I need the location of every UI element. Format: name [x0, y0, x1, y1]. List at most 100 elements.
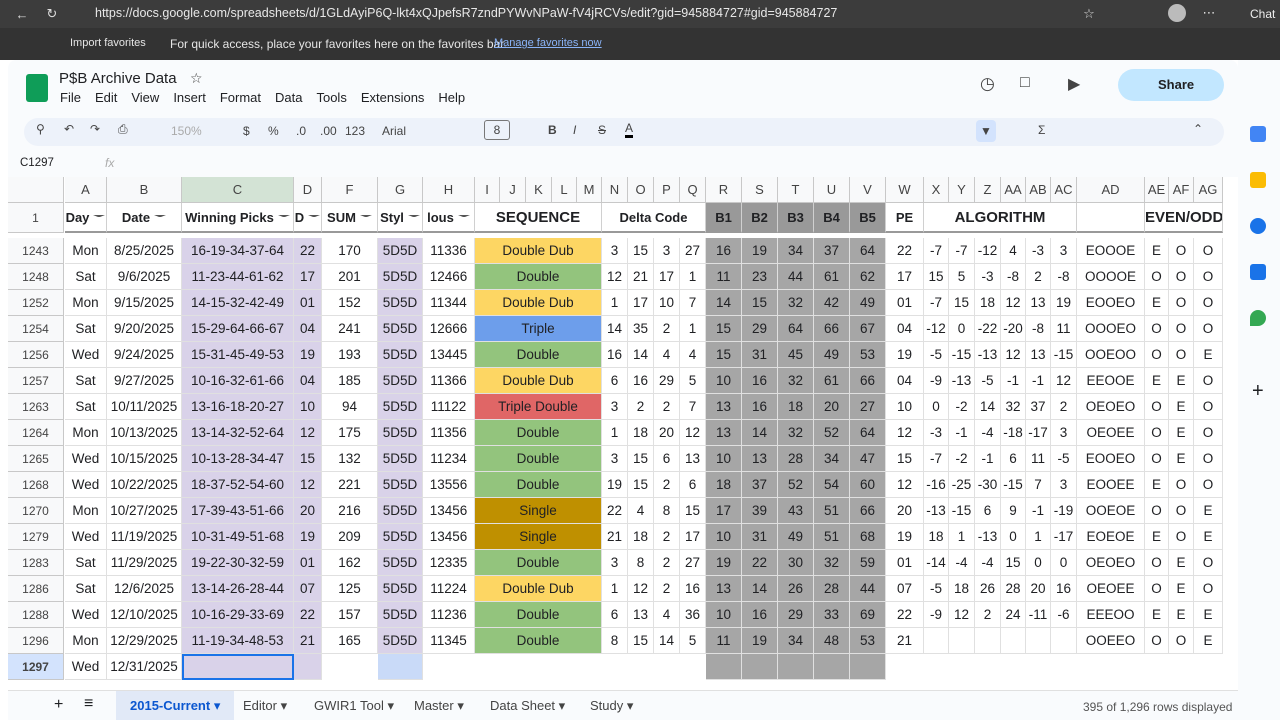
header-winning-picks[interactable]: Winning Picks [182, 203, 294, 233]
comment-icon[interactable]: □ [1020, 74, 1030, 92]
cell-ball[interactable]: 28 [778, 446, 814, 472]
cell-algorithm[interactable]: -5 [1051, 446, 1077, 472]
cell-h[interactable]: 13556 [423, 472, 475, 498]
cell-ball[interactable]: 29 [778, 602, 814, 628]
cell-sequence[interactable]: Double [475, 342, 602, 368]
tab-master[interactable]: Master ▾ [414, 691, 464, 720]
strikethrough-button[interactable]: S [598, 123, 606, 137]
cell-algorithm[interactable]: 13 [1026, 342, 1051, 368]
add-addon-icon[interactable]: + [1252, 380, 1264, 403]
cell-ball[interactable]: 22 [742, 550, 778, 576]
cell-even-odd-pattern[interactable]: OOEOO [1077, 342, 1145, 368]
cell-day[interactable]: Sat [65, 264, 107, 290]
cell-algorithm[interactable]: -17 [1026, 420, 1051, 446]
cell-ball[interactable]: 64 [850, 420, 886, 446]
cell-sequence[interactable]: Single [475, 498, 602, 524]
row-header[interactable]: 1288 [8, 602, 64, 628]
column-header-n[interactable]: N [602, 177, 628, 203]
cell-delta[interactable]: 15 [680, 498, 706, 524]
cell-algorithm[interactable]: -9 [924, 368, 949, 394]
cell-h[interactable]: 11234 [423, 446, 475, 472]
cell-even-odd-pattern[interactable]: OEOEO [1077, 394, 1145, 420]
cell-delta[interactable]: 17 [628, 290, 654, 316]
column-header-w[interactable]: W [886, 177, 924, 203]
cell-day[interactable]: Mon [65, 290, 107, 316]
cell-even-odd[interactable]: O [1145, 628, 1169, 654]
cell-h[interactable]: 11236 [423, 602, 475, 628]
cell-algorithm[interactable]: -12 [975, 238, 1001, 264]
cell-even-odd[interactable]: O [1169, 342, 1194, 368]
cell-pe[interactable]: 10 [886, 394, 924, 420]
cell-sequence[interactable]: Double [475, 628, 602, 654]
cell-d[interactable]: 19 [294, 342, 322, 368]
header-b5[interactable]: B5 [850, 203, 886, 233]
cell-sum[interactable]: 185 [322, 368, 378, 394]
italic-button[interactable]: I [573, 123, 576, 137]
refresh-icon[interactable]: ↻ [42, 4, 62, 24]
cell-h[interactable]: 12335 [423, 550, 475, 576]
menu-view[interactable]: View [131, 90, 159, 105]
cell-ball[interactable]: 61 [814, 368, 850, 394]
cell-delta[interactable]: 15 [628, 472, 654, 498]
cell-style[interactable]: 5D5D [378, 342, 423, 368]
cell-even-odd[interactable]: O [1169, 628, 1194, 654]
cell-pe[interactable]: 01 [886, 290, 924, 316]
cell-even-odd-pattern[interactable]: EOEOE [1077, 524, 1145, 550]
percent-button[interactable]: % [268, 124, 279, 138]
cell-even-odd[interactable]: E [1194, 524, 1223, 550]
tab-data-sheet[interactable]: Data Sheet ▾ [490, 691, 565, 720]
cell-ball[interactable]: 34 [814, 446, 850, 472]
cell-d[interactable]: 04 [294, 316, 322, 342]
cell-ball[interactable]: 13 [706, 420, 742, 446]
menu-data[interactable]: Data [275, 90, 302, 105]
cell-ball[interactable]: 53 [850, 628, 886, 654]
all-sheets-button[interactable]: ≡ [84, 695, 93, 713]
column-header-ab[interactable]: AB [1026, 177, 1051, 203]
cell-ball[interactable]: 37 [814, 238, 850, 264]
cell-algorithm[interactable]: -13 [949, 368, 975, 394]
cell-delta[interactable]: 8 [628, 550, 654, 576]
cell-algorithm[interactable]: 1 [1026, 524, 1051, 550]
cell-ball[interactable]: 66 [850, 368, 886, 394]
cell-ball[interactable]: 16 [742, 368, 778, 394]
cell-delta[interactable]: 8 [602, 628, 628, 654]
cell-h[interactable]: 12466 [423, 264, 475, 290]
cell-even-odd[interactable]: E [1145, 524, 1169, 550]
cell-ball[interactable]: 69 [850, 602, 886, 628]
cell-ball[interactable]: 10 [706, 524, 742, 550]
zoom-select[interactable]: 150% [171, 124, 202, 138]
cell-day[interactable]: Sat [65, 550, 107, 576]
cell-algorithm[interactable]: -3 [975, 264, 1001, 290]
cell-style[interactable]: 5D5D [378, 602, 423, 628]
cell-date[interactable]: 10/15/2025 [107, 446, 182, 472]
menu-format[interactable]: Format [220, 90, 261, 105]
cell-algorithm[interactable] [924, 628, 949, 654]
currency-button[interactable]: $ [243, 124, 250, 138]
cell-ball[interactable]: 28 [814, 576, 850, 602]
cell-algorithm[interactable]: -4 [975, 550, 1001, 576]
cell-sequence[interactable]: Double [475, 420, 602, 446]
cell-day[interactable]: Wed [65, 654, 107, 680]
cell-delta[interactable]: 5 [680, 628, 706, 654]
cell-even-odd[interactable]: O [1169, 498, 1194, 524]
cell-even-odd[interactable]: E [1169, 420, 1194, 446]
cell-even-odd[interactable]: O [1145, 264, 1169, 290]
cell-delta[interactable]: 21 [602, 524, 628, 550]
cell-delta[interactable]: 22 [602, 498, 628, 524]
cell-day[interactable]: Wed [65, 342, 107, 368]
cell-delta[interactable]: 29 [654, 368, 680, 394]
cell-ball[interactable]: 49 [778, 524, 814, 550]
cell-algorithm[interactable]: 32 [1001, 394, 1026, 420]
cell-date[interactable]: 8/25/2025 [107, 238, 182, 264]
cell-ball[interactable]: 30 [778, 550, 814, 576]
cell-algorithm[interactable]: -4 [949, 550, 975, 576]
cell-sequence[interactable]: Triple Double [475, 394, 602, 420]
cell-sequence[interactable]: Double Dub [475, 290, 602, 316]
header-even-odd[interactable]: EVEN/ODD [1145, 203, 1223, 233]
cell-algorithm[interactable]: -8 [1051, 264, 1077, 290]
cell-ball[interactable]: 31 [742, 524, 778, 550]
cell-delta[interactable]: 7 [680, 290, 706, 316]
cell-ball[interactable]: 37 [742, 472, 778, 498]
cell-ball[interactable]: 11 [706, 628, 742, 654]
cell-even-odd-pattern[interactable]: OOOEO [1077, 316, 1145, 342]
